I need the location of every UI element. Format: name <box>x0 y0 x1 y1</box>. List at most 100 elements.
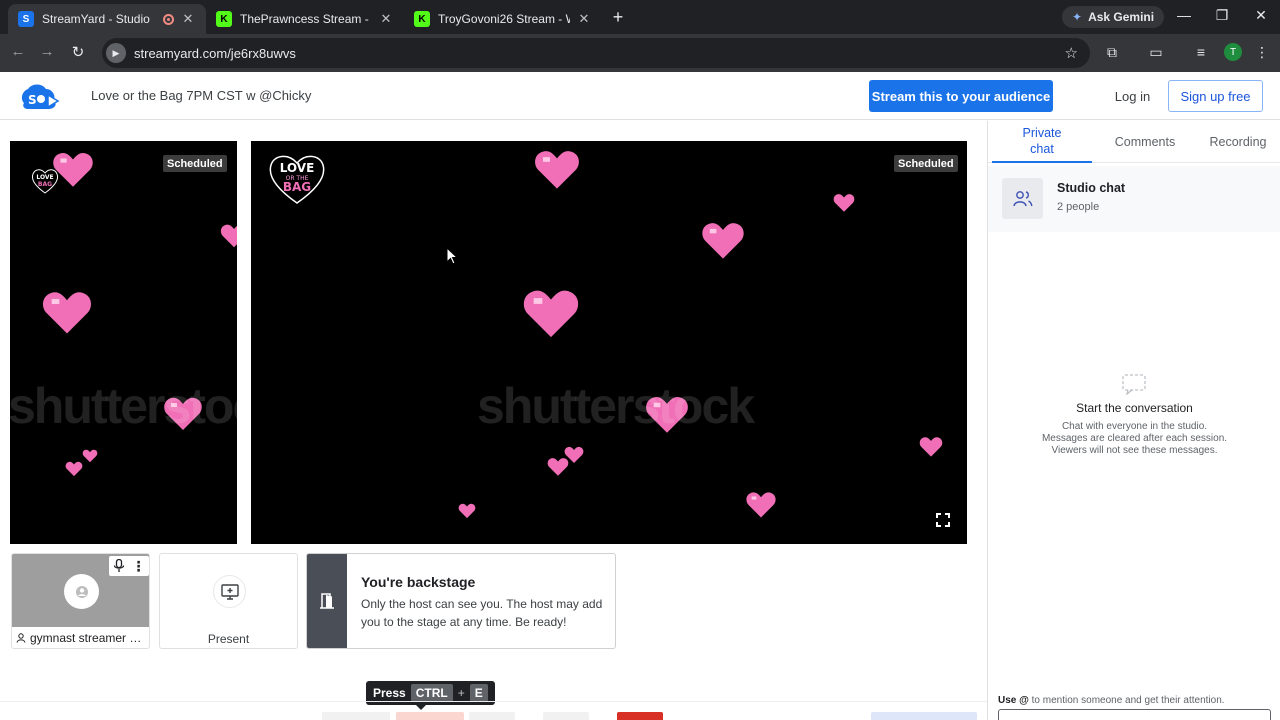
kick-favicon-icon: K <box>414 11 430 27</box>
gemini-sparkle-icon: ✦ <box>1072 10 1083 24</box>
svg-text:BAG: BAG <box>283 180 311 194</box>
scheduled-badge: Scheduled <box>163 155 227 172</box>
watermark-text: shutterstock <box>477 378 755 434</box>
minimize-icon[interactable]: — <box>1172 7 1196 23</box>
preview-panel-left[interactable]: LOVE BAG shutterstock Scheduled <box>10 141 237 544</box>
reload-icon[interactable]: ↻ <box>68 43 88 61</box>
door-icon <box>320 593 334 609</box>
backstage-title: You're backstage <box>361 574 476 590</box>
empty-chat-title: Start the conversation <box>1076 401 1193 415</box>
heart-icon <box>919 437 943 457</box>
studio-chat-member-count: 2 people <box>1057 201 1100 213</box>
heart-icon <box>523 290 579 338</box>
heart-icon <box>42 292 92 334</box>
leave-studio-button[interactable] <box>617 712 663 720</box>
present-screen-icon <box>220 583 239 600</box>
recording-indicator-icon <box>163 13 174 25</box>
tooltip-key-e: E <box>469 684 488 702</box>
participant-controls: ⋮ <box>109 556 149 576</box>
people-icon <box>1012 190 1032 206</box>
heart-icon <box>220 224 237 248</box>
mention-hint: Use @ to mention someone and get their a… <box>998 695 1225 706</box>
tab-comments[interactable]: Comments <box>1100 121 1190 163</box>
new-tab-icon[interactable]: + <box>608 7 628 28</box>
person-icon <box>16 633 26 643</box>
invite-control-button[interactable] <box>543 712 589 720</box>
settings-control-button[interactable] <box>469 712 515 720</box>
address-bar[interactable]: ▶ streamyard.com/je6rx8uwvs ☆ <box>102 38 1090 68</box>
participant-name: gymnast streamer … <box>16 631 141 645</box>
empty-chat-description: Chat with everyone in the studio. Messag… <box>988 421 1280 457</box>
cast-icon[interactable]: ▭ <box>1146 44 1166 61</box>
heart-icon <box>564 446 584 463</box>
ask-gemini-label: Ask Gemini <box>1088 10 1155 24</box>
participant-tile[interactable]: ⋮ gymnast streamer … <box>11 553 150 649</box>
browser-menu-icon[interactable]: ⋮ <box>1252 44 1272 61</box>
login-button[interactable]: Log in <box>1105 80 1160 112</box>
user-avatar-icon <box>75 585 88 598</box>
empty-chat-line: Chat with everyone in the studio. <box>1061 421 1208 432</box>
tab-comments-label: Comments <box>1114 135 1176 149</box>
site-info-icon[interactable]: ▶ <box>106 43 126 63</box>
tab-title: ThePrawncess Stream - Watch Live on Kick <box>240 12 372 26</box>
scheduled-badge: Scheduled <box>894 155 958 172</box>
tab-recording-label: Recording <box>1209 135 1267 149</box>
back-icon[interactable]: ← <box>8 43 28 60</box>
backstage-message: Only the host can see you. The host may … <box>361 597 603 629</box>
chat-message-input[interactable] <box>998 709 1271 720</box>
extensions-icon[interactable]: ⧉ <box>1102 44 1122 61</box>
chat-bubble-icon <box>1122 374 1146 395</box>
restore-window-icon[interactable]: ❐ <box>1210 7 1234 24</box>
media-control-icon[interactable]: ≡ <box>1191 44 1211 60</box>
heart-icon <box>53 152 93 187</box>
close-window-icon[interactable]: ✕ <box>1249 7 1273 24</box>
browser-tab-troygovoni[interactable]: K TroyGovoni26 Stream - Watch Live on Ki… <box>404 4 602 34</box>
forward-icon[interactable]: → <box>37 43 57 60</box>
close-tab-icon[interactable]: ✕ <box>180 11 196 27</box>
camera-control-button[interactable] <box>396 712 464 720</box>
backstage-notice: You're backstage Only the host can see y… <box>306 553 616 649</box>
svg-text:LOVE: LOVE <box>280 161 315 175</box>
studio-stage: LOVE BAG shutterstock Scheduled LOVE OR … <box>0 121 987 720</box>
browser-tabstrip: S StreamYard - Studio ✕ K ThePrawncess S… <box>0 0 1280 34</box>
streamyard-logo[interactable]: S <box>18 81 60 111</box>
svg-text:BAG: BAG <box>38 181 52 188</box>
watermark-text: shutterstock <box>10 378 237 434</box>
backstage-sidebar <box>307 554 347 648</box>
mic-control-button[interactable] <box>322 712 390 720</box>
participant-name-label: gymnast streamer … <box>30 631 142 645</box>
app-header: S Love or the Bag 7PM CST w @Chicky Stre… <box>0 72 1280 120</box>
heart-icon <box>535 151 579 189</box>
go-live-button[interactable] <box>871 712 977 720</box>
broadcast-title[interactable]: Love or the Bag 7PM CST w @Chicky <box>91 88 311 103</box>
close-tab-icon[interactable]: ✕ <box>378 11 394 27</box>
love-or-the-bag-logo: LOVE OR THE BAG <box>269 155 325 204</box>
present-label: Present <box>207 632 250 646</box>
more-options-icon[interactable]: ⋮ <box>132 558 146 575</box>
tab-recording[interactable]: Recording <box>1198 121 1278 163</box>
browser-toolbar: ← → ↻ ▶ streamyard.com/je6rx8uwvs ☆ ⧉ ▭ … <box>0 34 1280 72</box>
signup-button[interactable]: Sign up free <box>1168 80 1263 112</box>
ask-gemini-button[interactable]: ✦ Ask Gemini <box>1062 6 1165 28</box>
tab-private-chat[interactable]: Private chat <box>992 121 1092 163</box>
bookmark-star-icon[interactable]: ☆ <box>1065 44 1078 62</box>
streamyard-favicon-icon: S <box>18 11 34 27</box>
svg-text:S: S <box>28 93 37 107</box>
stream-to-audience-button[interactable]: Stream this to your audience <box>869 80 1053 112</box>
empty-chat-line: Viewers will not see these messages. <box>1051 445 1218 456</box>
browser-tab-theprawncess[interactable]: K ThePrawncess Stream - Watch Live on Ki… <box>206 4 404 34</box>
tab-title: TroyGovoni26 Stream - Watch Live on Kick <box>438 12 570 26</box>
avatar <box>64 574 99 609</box>
browser-tab-streamyard[interactable]: S StreamYard - Studio ✕ <box>8 4 206 34</box>
fullscreen-icon[interactable] <box>935 512 951 528</box>
close-tab-icon[interactable]: ✕ <box>576 11 592 27</box>
sidebar-tabs: Private chat Comments Recording <box>988 121 1280 163</box>
main-stage-panel[interactable]: LOVE OR THE BAG shutterstock Scheduled <box>251 141 967 544</box>
empty-chat-line: Messages are cleared after each session. <box>1041 433 1228 444</box>
tooltip-press: Press <box>373 686 406 700</box>
microphone-icon[interactable] <box>113 559 125 573</box>
studio-chat-row[interactable]: Studio chat 2 people <box>988 166 1280 232</box>
profile-avatar[interactable]: T <box>1224 43 1242 61</box>
present-button[interactable]: Present <box>159 553 298 649</box>
mouse-cursor-icon <box>446 247 458 265</box>
